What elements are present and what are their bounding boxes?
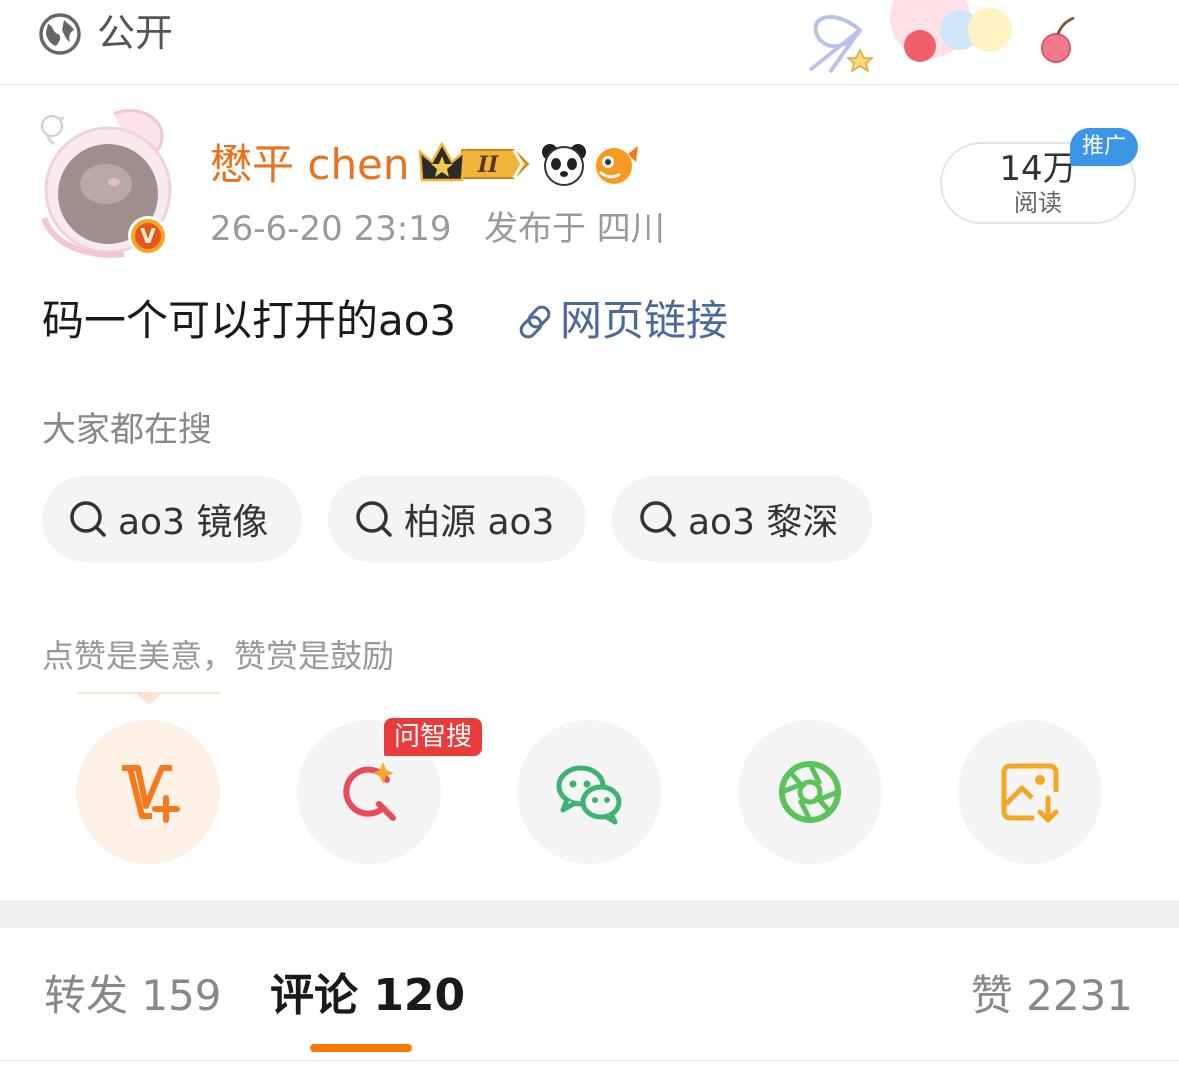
read-count-label: 阅读 [1014, 189, 1062, 217]
visibility-label[interactable]: 公开 [97, 8, 173, 58]
search-suggestion-chip[interactable]: 柏源 ao3 [328, 476, 586, 562]
visibility-bar: 公开 [0, 0, 1179, 85]
wechat-share-button[interactable] [517, 720, 661, 864]
web-link[interactable]: 网页链接 [560, 292, 728, 350]
search-icon [640, 501, 676, 537]
v-plus-icon [122, 765, 180, 823]
tabs-bottom-border [0, 1060, 1179, 1061]
tab-comment[interactable]: 评论 120 [270, 966, 465, 1026]
link-icon[interactable] [516, 302, 556, 342]
search-suggestion-chip[interactable]: ao3 黎深 [612, 476, 872, 562]
verified-badge: V [128, 216, 168, 256]
author-name[interactable]: 懋平 chen [210, 138, 410, 192]
promote-badge[interactable]: 推广 [1070, 128, 1138, 166]
verified-badge-label: V [135, 223, 161, 249]
globe-icon [39, 13, 81, 55]
search-suggestion-label: ao3 镜像 [118, 502, 269, 543]
search-suggestions-title: 大家都在搜 [42, 410, 212, 450]
v-plus-button[interactable] [76, 720, 220, 864]
search-suggestion-label: ao3 黎深 [688, 502, 839, 543]
active-tab-indicator [310, 1044, 412, 1052]
crown-level-icon[interactable]: II [418, 140, 534, 188]
search-icon [356, 501, 392, 537]
post-text: 码一个可以打开的ao3 [42, 296, 457, 345]
fish-icon [596, 146, 638, 184]
ai-search-icon [343, 762, 396, 821]
search-icon [70, 501, 106, 537]
save-image-button[interactable] [958, 720, 1102, 864]
moments-share-button[interactable] [738, 720, 882, 864]
post-location: 发布于 四川 [484, 209, 665, 249]
save-image-icon [1001, 763, 1059, 823]
search-suggestion-chip[interactable]: ao3 镜像 [42, 476, 302, 562]
post-time: 26-6-20 23:19 [210, 209, 452, 249]
tab-like[interactable]: 赞 2231 [971, 966, 1133, 1026]
moments-icon [779, 761, 841, 823]
search-suggestion-label: 柏源 ao3 [404, 502, 555, 543]
reward-prompt: 点赞是美意，赞赏是鼓励 [42, 637, 395, 675]
reward-pointer [78, 692, 220, 705]
ai-search-badge: 问智搜 [384, 718, 482, 756]
panda-icon [542, 144, 586, 186]
crown-level-label: II [477, 152, 499, 178]
decoration-sticker [808, 0, 1075, 74]
tab-repost[interactable]: 转发 159 [44, 966, 222, 1026]
section-divider [0, 900, 1179, 928]
wechat-icon [556, 765, 622, 825]
